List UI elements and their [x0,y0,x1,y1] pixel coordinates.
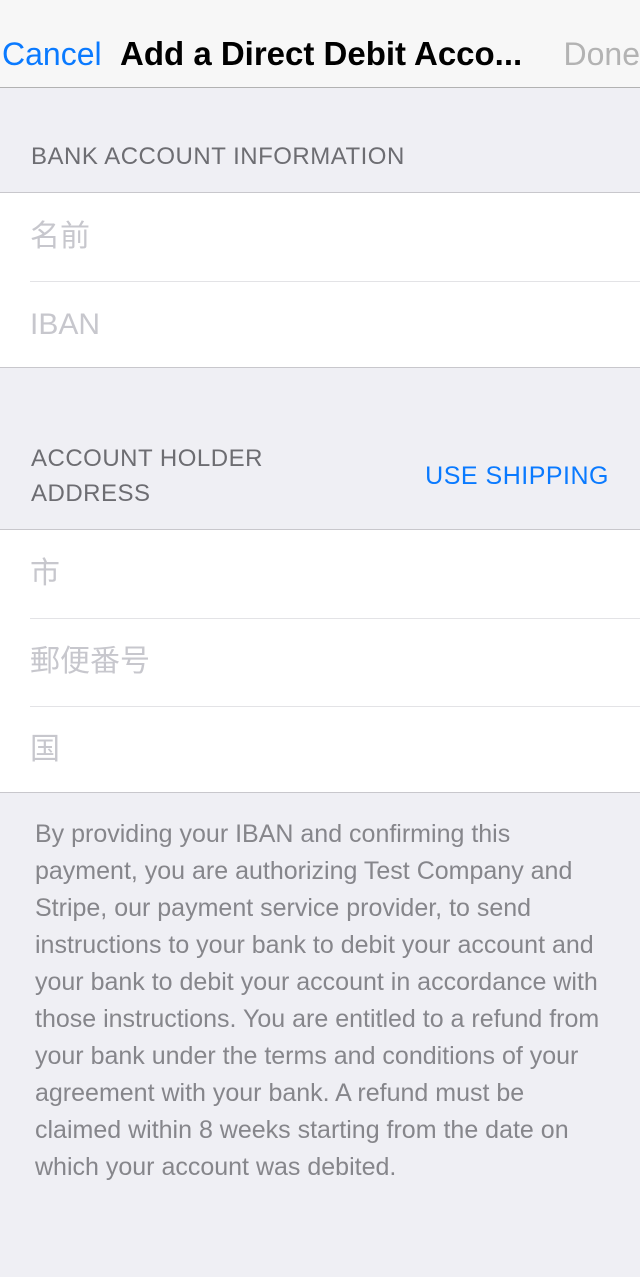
address-section-title-line1: ACCOUNT HOLDER [31,445,263,472]
postal-code-row [0,618,640,706]
city-row [0,530,640,618]
name-row [0,193,640,281]
done-button[interactable]: Done [564,34,640,74]
city-input[interactable] [30,530,610,618]
iban-input[interactable] [30,281,610,369]
page-title: Add a Direct Debit Acco... [120,35,523,72]
bank-section-title: BANK ACCOUNT INFORMATION [31,143,405,170]
postal-code-input[interactable] [30,618,610,706]
address-section-title-line2: ADDRESS [31,480,151,507]
bank-section-header: BANK ACCOUNT INFORMATION [0,139,640,175]
navigation-bar: Cancel Add a Direct Debit Acco... Done [0,0,640,88]
address-section-header: ACCOUNT HOLDER ADDRESS USE SHIPPING [0,440,640,512]
mandate-disclaimer: By providing your IBAN and confirming th… [35,820,600,1181]
address-fields-group [0,529,640,794]
country-input[interactable] [30,706,610,794]
name-input[interactable] [30,193,610,281]
cancel-button[interactable]: Cancel [2,34,102,74]
iban-row [0,281,640,369]
country-row [0,706,640,794]
bank-fields-group [0,192,640,369]
use-shipping-button[interactable]: USE SHIPPING [425,459,609,494]
